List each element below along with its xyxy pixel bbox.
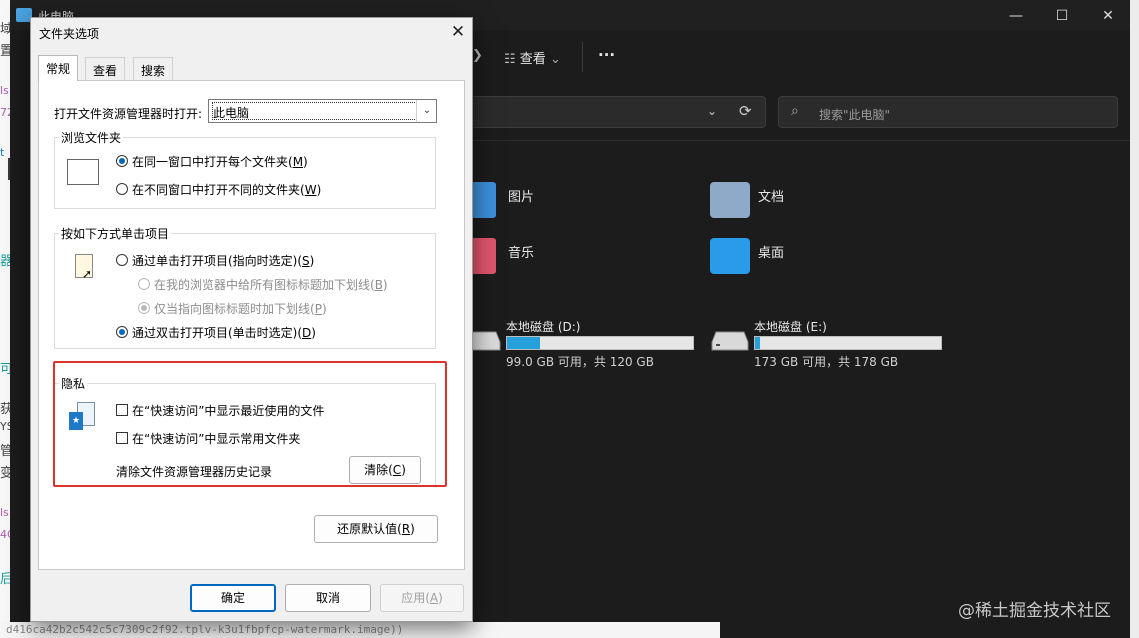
drive-usage-fill [755, 337, 761, 349]
open-explorer-value: 此电脑 [213, 106, 250, 120]
folder-label: 音乐 [508, 246, 535, 261]
more-options-icon[interactable]: ··· [598, 46, 615, 64]
folder-documents[interactable]: 文档 [710, 182, 930, 222]
documents-folder-icon [710, 182, 750, 218]
double-click-radio[interactable] [116, 326, 128, 338]
search-input[interactable]: ⌕ 搜索"此电脑" [778, 96, 1118, 128]
content-divider [462, 140, 1130, 141]
maximize-icon[interactable]: ☐ [1040, 4, 1084, 28]
folder-options-dialog: 文件夹选项 ✕ 常规 查看 搜索 打开文件资源管理器时打开: 此电脑 ⌄ 浏览文… [30, 17, 473, 622]
highlight-annotation [53, 361, 447, 487]
underline-always-label: 在我的浏览器中给所有图标标题加下划线(B) [154, 278, 388, 292]
underline-hover-label: 仅当指向图标标题时加下划线(P) [154, 302, 327, 316]
hard-drive-icon [710, 330, 750, 352]
toolbar-divider [582, 42, 583, 72]
view-icon: ☷ [504, 52, 520, 67]
single-click-label: 通过单击打开项目(指向时选定)(S) [132, 254, 315, 268]
drive-usage-bar [754, 336, 942, 350]
folder-label: 桌面 [758, 246, 785, 261]
same-window-label: 在同一窗口中打开每个文件夹(M) [132, 155, 308, 169]
drive-free-space: 99.0 GB 可用，共 120 GB [506, 355, 654, 369]
chevron-down-icon[interactable]: ⌄ [416, 100, 437, 122]
open-explorer-label: 打开文件资源管理器时打开: [54, 107, 203, 121]
drive-d[interactable]: 本地磁盘 (D:) 99.0 GB 可用，共 120 GB [462, 318, 712, 369]
tab-view[interactable]: 查看 [85, 57, 126, 80]
chevron-down-icon: ⌄ [549, 52, 561, 67]
restore-defaults-button[interactable]: 还原默认值(R) [314, 515, 438, 543]
folder-label: 图片 [508, 190, 535, 205]
view-menu-button[interactable]: ☷ 查看 ⌄ [504, 48, 561, 67]
close-icon[interactable]: ✕ [1086, 4, 1130, 28]
underline-always-radio[interactable] [138, 278, 150, 290]
background-text: t [0, 146, 5, 159]
background-text: ls [0, 506, 9, 519]
watermark: @稀土掘金技术社区 [958, 601, 1111, 621]
new-window-radio[interactable] [116, 183, 128, 195]
browse-folders-label: 浏览文件夹 [59, 129, 124, 146]
drive-name: 本地磁盘 (E:) [754, 320, 827, 334]
drive-free-space: 173 GB 可用，共 178 GB [754, 355, 899, 369]
single-click-radio[interactable] [116, 254, 128, 266]
search-placeholder: 搜索"此电脑" [819, 108, 891, 122]
document-click-icon: ➚ [75, 254, 93, 281]
window-illustration-icon [67, 159, 99, 185]
apply-button[interactable]: 应用(A) [380, 584, 464, 612]
general-tab-panel: 打开文件资源管理器时打开: 此电脑 ⌄ 浏览文件夹 在同一窗口中打开每个文件夹(… [38, 80, 465, 570]
ok-button[interactable]: 确定 [190, 584, 276, 612]
view-menu-label: 查看 [519, 52, 546, 67]
cancel-button[interactable]: 取消 [285, 584, 371, 612]
drive-usage-fill [507, 337, 540, 349]
search-icon: ⌕ [791, 103, 799, 119]
dialog-title: 文件夹选项 [39, 27, 100, 41]
toolbar-overflow-icon[interactable]: ❯ [472, 48, 483, 63]
close-icon[interactable]: ✕ [445, 20, 471, 44]
address-history-chevron-icon[interactable]: ⌄ [707, 104, 717, 118]
drive-e[interactable]: 本地磁盘 (E:) 173 GB 可用，共 178 GB [710, 318, 960, 369]
desktop-folder-icon [710, 238, 750, 274]
underline-hover-radio[interactable] [138, 302, 150, 314]
folder-label: 文档 [758, 190, 785, 205]
folder-music[interactable]: 音乐 [460, 238, 680, 278]
double-click-label: 通过双击打开项目(单击时选定)(D) [132, 326, 316, 340]
browse-folders-group: 浏览文件夹 在同一窗口中打开每个文件夹(M) 在不同窗口中打开不同的文件夹(W) [54, 129, 436, 209]
tab-general[interactable]: 常规 [38, 55, 79, 81]
background-text: ls [0, 84, 9, 97]
background-code-line: d416ca42b2c542c5c7309c2f92.tplv-k3u1fbpf… [0, 622, 720, 638]
click-items-group: 按如下方式单击项目 ➚ 通过单击打开项目(指向时选定)(S) 在我的浏览器中给所… [54, 225, 436, 349]
open-explorer-select[interactable]: 此电脑 ⌄ [208, 99, 437, 123]
folder-pictures[interactable]: 图片 [460, 182, 680, 222]
address-bar[interactable]: ⌄ ⟳ [470, 96, 766, 128]
drive-usage-bar [506, 336, 694, 350]
click-items-label: 按如下方式单击项目 [59, 225, 172, 242]
minimize-icon[interactable]: — [994, 4, 1038, 28]
background-right-strip [1130, 0, 1139, 638]
folder-desktop[interactable]: 桌面 [710, 238, 930, 278]
drive-name: 本地磁盘 (D:) [506, 320, 581, 334]
same-window-radio[interactable] [116, 155, 128, 167]
new-window-label: 在不同窗口中打开不同的文件夹(W) [132, 183, 322, 197]
refresh-icon[interactable]: ⟳ [739, 102, 752, 120]
tab-search[interactable]: 搜索 [133, 57, 174, 80]
